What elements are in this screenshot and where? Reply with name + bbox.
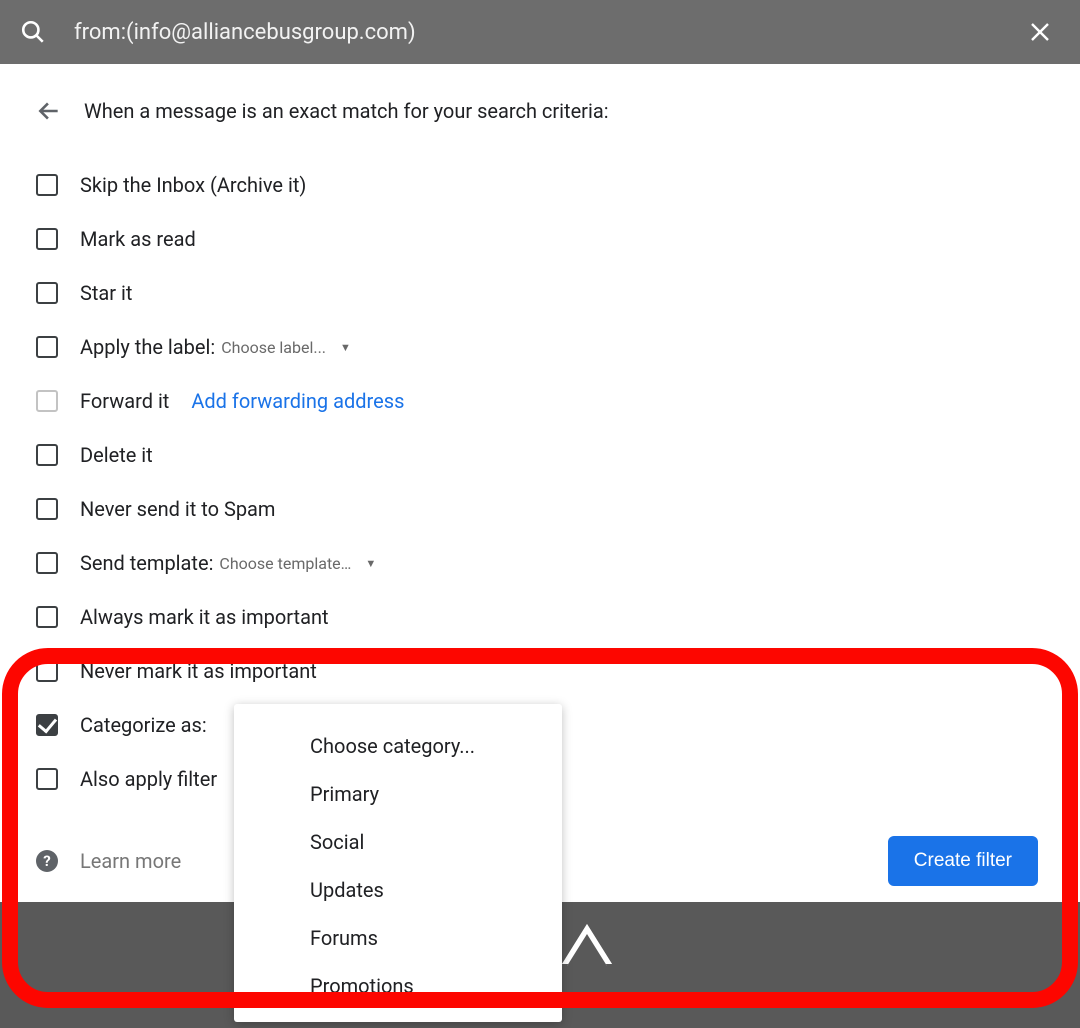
checkbox-also-apply[interactable] [36, 768, 58, 790]
help-icon[interactable]: ? [36, 850, 58, 872]
back-arrow-icon[interactable] [36, 98, 62, 124]
option-mark-read: Mark as read [22, 212, 1058, 266]
option-star: Star it [22, 266, 1058, 320]
chevron-down-icon: ▼ [365, 557, 376, 570]
checkbox-never-important[interactable] [36, 660, 58, 682]
label-categorize: Categorize as: [80, 713, 207, 737]
category-dropdown: Choose category... Primary Social Update… [234, 704, 562, 1022]
dropdown-choose-label[interactable]: Choose label... ▼ [221, 338, 351, 357]
checkbox-apply-label[interactable] [36, 336, 58, 358]
dropdown-choose-label-text: Choose label... [221, 338, 326, 357]
checkbox-star[interactable] [36, 282, 58, 304]
search-bar: from:(info@alliancebusgroup.com) [0, 0, 1080, 64]
checkbox-send-template[interactable] [36, 552, 58, 574]
option-always-important: Always mark it as important [22, 590, 1058, 644]
page-title: When a message is an exact match for you… [84, 99, 609, 123]
checkbox-skip-inbox[interactable] [36, 174, 58, 196]
checkbox-always-important[interactable] [36, 606, 58, 628]
label-never-important: Never mark it as important [80, 659, 317, 683]
option-never-spam: Never send it to Spam [22, 482, 1058, 536]
label-delete: Delete it [80, 443, 153, 467]
dropdown-item-forums[interactable]: Forums [234, 914, 562, 962]
dropdown-choose-template-text: Choose template… [219, 554, 351, 573]
learn-more-link[interactable]: Learn more [80, 849, 181, 873]
option-send-template: Send template: Choose template… ▼ [22, 536, 1058, 590]
option-delete: Delete it [22, 428, 1058, 482]
label-mark-read: Mark as read [80, 227, 196, 251]
dropdown-item-primary[interactable]: Primary [234, 770, 562, 818]
checkbox-never-spam[interactable] [36, 498, 58, 520]
label-never-spam: Never send it to Spam [80, 497, 275, 521]
checkbox-delete[interactable] [36, 444, 58, 466]
checkbox-categorize[interactable] [36, 714, 58, 736]
dropdown-item-social[interactable]: Social [234, 818, 562, 866]
dropdown-choose-template[interactable]: Choose template… ▼ [219, 554, 376, 573]
search-query[interactable]: from:(info@alliancebusgroup.com) [74, 20, 1020, 45]
dropdown-item-choose[interactable]: Choose category... [234, 722, 562, 770]
close-icon[interactable] [1020, 12, 1060, 52]
label-also-apply: Also apply filter [80, 767, 217, 791]
label-star: Star it [80, 281, 132, 305]
create-filter-button[interactable]: Create filter [888, 836, 1038, 886]
dropdown-item-updates[interactable]: Updates [234, 866, 562, 914]
pointer-icon [562, 924, 612, 964]
label-always-important: Always mark it as important [80, 605, 329, 629]
search-icon[interactable] [20, 19, 46, 45]
label-send-template: Send template: [80, 551, 213, 575]
heading-row: When a message is an exact match for you… [36, 98, 1058, 124]
chevron-down-icon: ▼ [340, 341, 351, 354]
label-apply-label: Apply the label: [80, 335, 215, 359]
option-forward: Forward it Add forwarding address [22, 374, 1058, 428]
label-forward: Forward it [80, 389, 169, 413]
checkbox-forward[interactable] [36, 390, 58, 412]
dropdown-item-promotions[interactable]: Promotions [234, 962, 562, 1010]
add-forwarding-link[interactable]: Add forwarding address [191, 389, 404, 413]
option-never-important: Never mark it as important [22, 644, 1058, 698]
label-skip-inbox: Skip the Inbox (Archive it) [80, 173, 306, 197]
option-skip-inbox: Skip the Inbox (Archive it) [22, 158, 1058, 212]
option-apply-label: Apply the label: Choose label... ▼ [22, 320, 1058, 374]
checkbox-mark-read[interactable] [36, 228, 58, 250]
